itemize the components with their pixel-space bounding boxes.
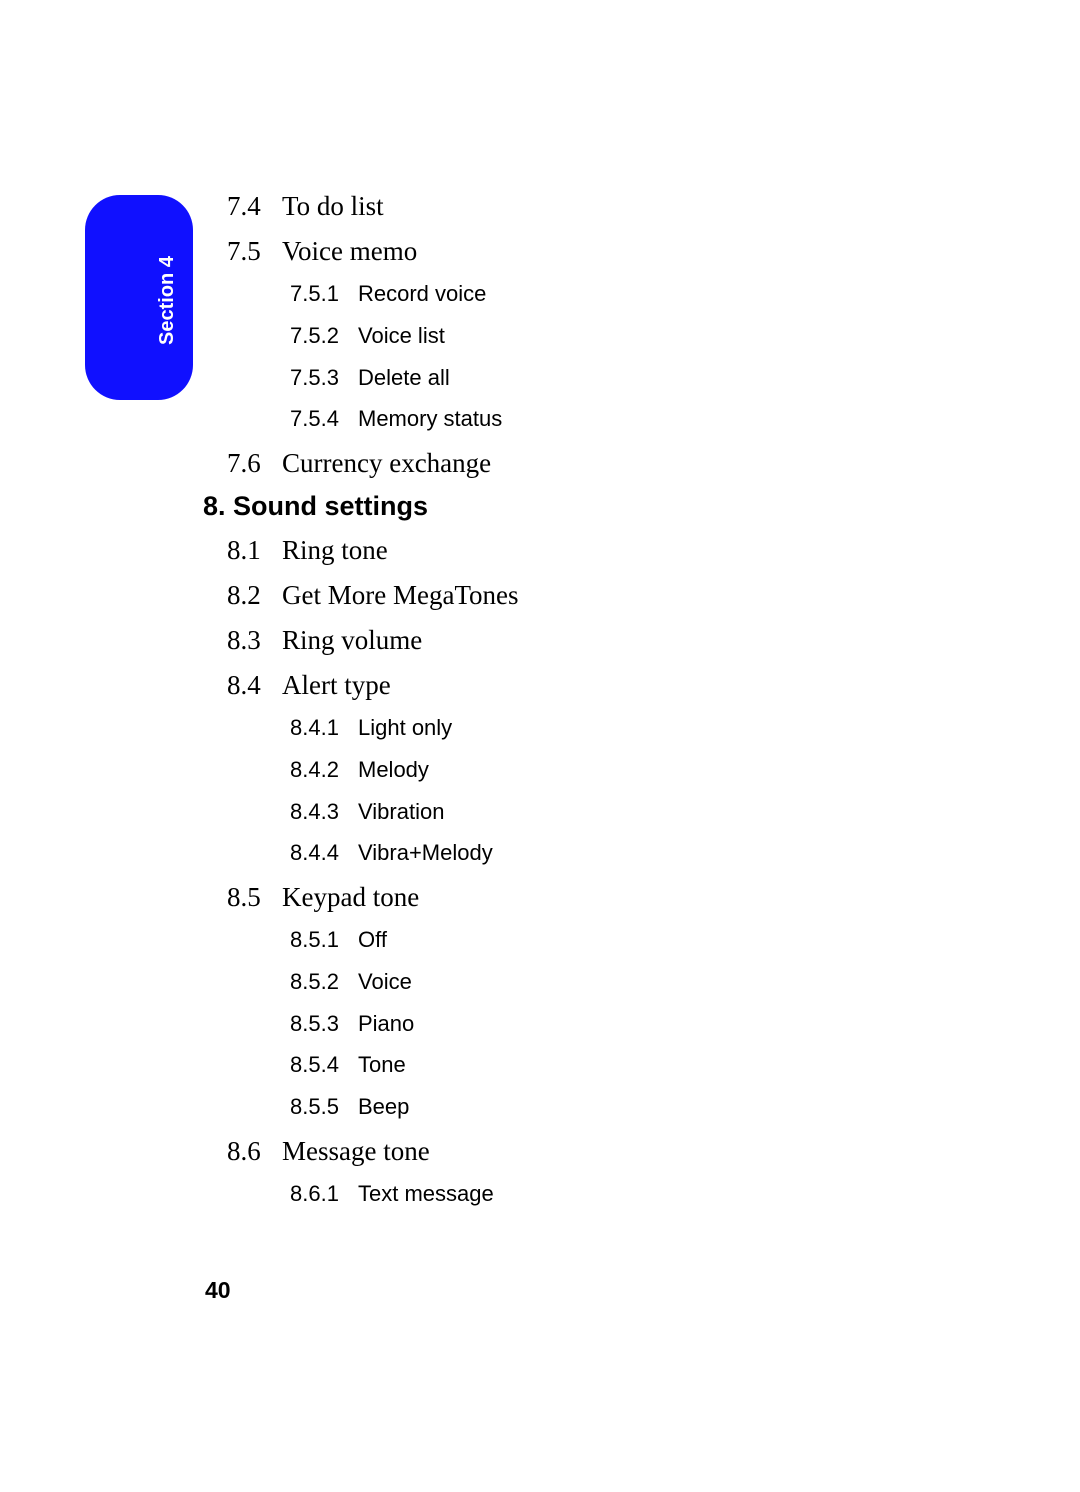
- submenu-num: 8.4.1: [290, 713, 358, 743]
- submenu-item: 8.5.2Voice: [290, 967, 927, 997]
- submenu-label: Piano: [358, 1011, 414, 1036]
- menu-label: Get More MegaTones: [282, 580, 519, 610]
- submenu-num: 8.5.3: [290, 1009, 358, 1039]
- section-tab: Section 4: [85, 195, 193, 400]
- menu-num: 8.1: [227, 533, 282, 568]
- menu-num: 8.2: [227, 578, 282, 613]
- section-tab-label: Section 4: [156, 256, 179, 345]
- submenu-item: 8.4.3Vibration: [290, 797, 927, 827]
- submenu-item: 8.4.4Vibra+Melody: [290, 838, 927, 868]
- menu-tree-content: 7.4To do list 7.5Voice memo 7.5.1Record …: [227, 189, 927, 1220]
- submenu-label: Voice: [358, 969, 412, 994]
- submenu-item: 7.5.2Voice list: [290, 321, 927, 351]
- submenu-num: 8.4.4: [290, 838, 358, 868]
- submenu-item: 8.5.4Tone: [290, 1050, 927, 1080]
- menu-num: 7.4: [227, 189, 282, 224]
- submenu-label: Light only: [358, 715, 452, 740]
- submenu-label: Tone: [358, 1052, 406, 1077]
- menu-item: 8.2Get More MegaTones: [227, 578, 927, 613]
- submenu-label: Melody: [358, 757, 429, 782]
- menu-label: Alert type: [282, 670, 391, 700]
- menu-num: 7.5: [227, 234, 282, 269]
- submenu-num: 8.5.4: [290, 1050, 358, 1080]
- submenu-num: 8.6.1: [290, 1179, 358, 1209]
- submenu-item: 8.5.1Off: [290, 925, 927, 955]
- menu-label: Currency exchange: [282, 448, 491, 478]
- menu-item: 8.3Ring volume: [227, 623, 927, 658]
- menu-num: 8.4: [227, 668, 282, 703]
- menu-item: 8.1Ring tone: [227, 533, 927, 568]
- submenu-num: 8.4.2: [290, 755, 358, 785]
- submenu-item: 8.5.5Beep: [290, 1092, 927, 1122]
- submenu-label: Off: [358, 927, 387, 952]
- menu-label: Keypad tone: [282, 882, 419, 912]
- menu-item: 7.6Currency exchange: [227, 446, 927, 481]
- menu-item: 7.5Voice memo: [227, 234, 927, 269]
- section-heading: 8. Sound settings: [203, 491, 927, 522]
- submenu-item: 8.5.3Piano: [290, 1009, 927, 1039]
- menu-item: 8.4Alert type: [227, 668, 927, 703]
- menu-num: 7.6: [227, 446, 282, 481]
- menu-item: 8.5Keypad tone: [227, 880, 927, 915]
- menu-num: 8.3: [227, 623, 282, 658]
- submenu-num: 7.5.4: [290, 404, 358, 434]
- page-number: 40: [205, 1277, 231, 1304]
- submenu-label: Memory status: [358, 406, 502, 431]
- submenu-num: 8.5.5: [290, 1092, 358, 1122]
- menu-label: Voice memo: [282, 236, 417, 266]
- submenu-item: 8.6.1Text message: [290, 1179, 927, 1209]
- submenu-num: 7.5.3: [290, 363, 358, 393]
- submenu-label: Text message: [358, 1181, 494, 1206]
- submenu-label: Vibration: [358, 799, 444, 824]
- menu-num: 8.6: [227, 1134, 282, 1169]
- submenu-label: Voice list: [358, 323, 445, 348]
- submenu-label: Beep: [358, 1094, 409, 1119]
- submenu-num: 7.5.2: [290, 321, 358, 351]
- submenu-label: Record voice: [358, 281, 486, 306]
- menu-label: Message tone: [282, 1136, 430, 1166]
- submenu-num: 8.4.3: [290, 797, 358, 827]
- submenu-item: 7.5.4Memory status: [290, 404, 927, 434]
- menu-item: 8.6Message tone: [227, 1134, 927, 1169]
- menu-label: Ring volume: [282, 625, 422, 655]
- submenu-item: 8.4.1Light only: [290, 713, 927, 743]
- submenu-label: Vibra+Melody: [358, 840, 493, 865]
- submenu-item: 7.5.3Delete all: [290, 363, 927, 393]
- menu-item: 7.4To do list: [227, 189, 927, 224]
- menu-num: 8.5: [227, 880, 282, 915]
- submenu-label: Delete all: [358, 365, 450, 390]
- submenu-num: 8.5.1: [290, 925, 358, 955]
- submenu-item: 7.5.1Record voice: [290, 279, 927, 309]
- menu-label: To do list: [282, 191, 384, 221]
- menu-label: Ring tone: [282, 535, 388, 565]
- submenu-num: 8.5.2: [290, 967, 358, 997]
- submenu-num: 7.5.1: [290, 279, 358, 309]
- submenu-item: 8.4.2Melody: [290, 755, 927, 785]
